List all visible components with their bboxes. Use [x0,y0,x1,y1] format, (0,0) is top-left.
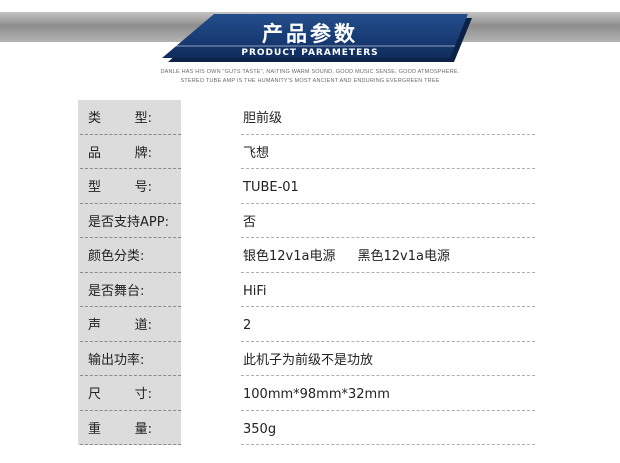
spec-label: 是否支持APP: [88,214,169,230]
spec-label: 类型: [88,111,152,126]
spec-value: 100mm*98mm*32mm [243,387,390,402]
color-option-silver: 银色12v1a电源 [243,249,336,264]
banner-subtitle: PRODUCT PARAMETERS [241,48,379,58]
spec-row-channels: 声道: 2 [78,307,536,342]
spec-value: 银色12v1a电源 黑色12v1a电源 [243,249,450,265]
spec-value: 飞想 [243,145,270,161]
spec-value: 2 [243,318,252,333]
spec-label: 是否舞台: [88,283,145,299]
spec-label: 型号: [88,180,152,195]
color-option-black: 黑色12v1a电源 [357,249,450,264]
row-divider [241,444,535,445]
spec-row-color: 颜色分类: 银色12v1a电源 黑色12v1a电源 [78,238,536,273]
spec-label: 声道: [88,318,152,333]
spec-row-size: 尺寸: 100mm*98mm*32mm [78,376,536,411]
tagline-line-2: STEREO TUBE AMP IS THE HUMANITY'S MOST A… [180,78,440,84]
spec-value: 否 [243,214,257,230]
spec-value: 此机子为前级不是功放 [243,352,374,368]
spec-label: 尺寸: [88,387,152,402]
tagline-line-1: DANLE HAS HIS OWN "GUTS TASTE", NAITING … [160,69,460,75]
banner-title: 产品参数 [262,22,358,46]
spec-label: 品牌: [88,145,152,161]
spec-label: 输出功率: [88,352,145,368]
row-divider [80,444,181,445]
spec-value: 350g [243,421,277,437]
spec-value: HiFi [243,283,267,299]
spec-row-weight: 重量: 350g [78,411,536,445]
spec-label: 颜色分类: [88,249,145,264]
spec-table: 类型: 胆前级 品牌: 飞想 型号: TUBE-01 是否支持APP: 否 颜色… [78,100,536,445]
spec-value: 胆前级 [243,111,283,126]
spec-row-type: 类型: 胆前级 [78,100,536,135]
spec-row-model: 型号: TUBE-01 [78,169,536,204]
spec-row-output-power: 输出功率: 此机子为前级不是功放 [78,342,536,376]
spec-label: 重量: [88,421,152,437]
spec-value: TUBE-01 [243,180,299,195]
spec-row-stage: 是否舞台: HiFi [78,273,536,307]
spec-row-app-support: 是否支持APP: 否 [78,204,536,238]
spec-row-brand: 品牌: 飞想 [78,135,536,169]
header-banner: 产品参数 PRODUCT PARAMETERS [0,0,620,62]
